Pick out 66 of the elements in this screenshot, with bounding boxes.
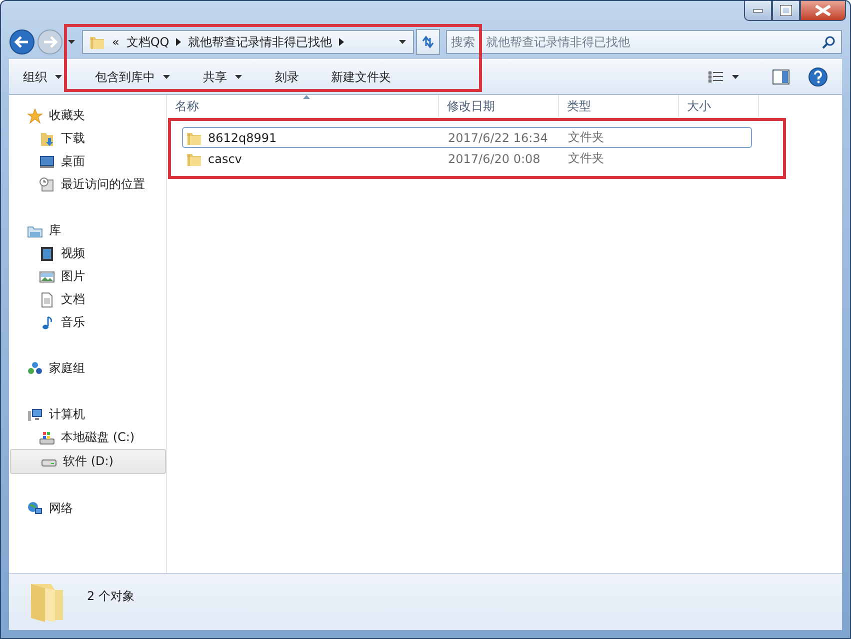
sidebar-item[interactable]: 下载 [9, 127, 166, 150]
network-icon [27, 500, 43, 516]
sidebar-item[interactable]: 视频 [9, 242, 166, 265]
refresh-button[interactable] [416, 29, 440, 55]
close-icon [815, 5, 831, 16]
file-row[interactable]: 8612q8991 2017/6/22 16:34 文件夹 [182, 127, 752, 148]
breadcrumb[interactable]: 就他帮查记录情非得已找他 [188, 34, 332, 50]
list-view-icon [708, 71, 724, 83]
address-bar[interactable]: « 文档QQ 就他帮查记录情非得已找他 [82, 30, 414, 54]
sidebar-item[interactable]: 最近访问的位置 [9, 173, 166, 196]
column-header[interactable]: 名称 [167, 95, 439, 117]
sidebar-item[interactable]: 桌面 [9, 150, 166, 173]
toolbar-button[interactable]: 包含到库中 [89, 64, 177, 90]
sidebar-item[interactable]: 家庭组 [9, 357, 166, 380]
toolbar-button[interactable]: 组织 [17, 64, 69, 90]
file-name: cascv [208, 152, 242, 166]
toolbar-button[interactable]: 新建文件夹 [325, 64, 397, 90]
homegroup-icon [27, 360, 43, 376]
recent-places-icon [39, 176, 55, 192]
file-row[interactable]: cascv 2017/6/20 0:08 文件夹 [182, 148, 752, 169]
sidebar-item[interactable]: 计算机 [9, 403, 166, 426]
file-type: 文件夹 [567, 150, 605, 167]
search-icon[interactable] [822, 35, 836, 49]
history-caret-icon[interactable] [67, 39, 76, 45]
sidebar-item[interactable]: 库 [9, 219, 166, 242]
maximize-icon [780, 5, 792, 16]
modified-date: 2017/6/22 16:34 [447, 130, 549, 144]
breadcrumb[interactable]: 文档QQ [126, 34, 170, 50]
sidebar-item[interactable]: 文档 [9, 288, 166, 311]
maximize-button[interactable] [772, 1, 800, 21]
preview-pane-button[interactable] [772, 69, 790, 85]
sidebar-item[interactable]: 音乐 [9, 311, 166, 334]
monitor-icon [39, 154, 55, 170]
sidebar-item[interactable]: 网络 [9, 497, 166, 520]
chevron-icon[interactable] [339, 38, 344, 46]
column-header[interactable]: 类型 [559, 95, 679, 117]
toolbar-button[interactable]: 刻录 [269, 64, 305, 90]
folder-icon [39, 130, 55, 146]
search-field[interactable]: 搜索 就他帮查记录情非得已找他 [446, 30, 842, 54]
caret-icon [731, 74, 740, 80]
sidebar-item[interactable]: 图片 [9, 265, 166, 288]
refresh-icon [420, 34, 436, 50]
modified-date: 2017/6/20 0:08 [447, 152, 542, 166]
column-header[interactable]: 大小 [679, 95, 759, 117]
chevron-icon[interactable] [176, 38, 182, 46]
picture-icon [39, 268, 55, 284]
file-name: 8612q8991 [208, 130, 277, 144]
sidebar-item[interactable]: 本地磁盘 (C:) [9, 426, 166, 449]
overflow-chevron[interactable]: « [112, 35, 120, 49]
computer-icon [27, 406, 43, 422]
drive-icon [39, 430, 55, 446]
minimize-button[interactable] [744, 1, 772, 21]
minimize-icon [753, 8, 763, 12]
sidebar-item[interactable]: 软件 (D:) [10, 449, 166, 474]
star-icon [27, 108, 43, 124]
dropdown-caret-icon[interactable] [398, 39, 407, 45]
help-button[interactable] [808, 67, 828, 87]
sidebar-item[interactable]: 收藏夹 [9, 104, 166, 127]
back-button[interactable] [9, 29, 35, 55]
folder-icon [89, 34, 105, 50]
close-button[interactable] [800, 1, 846, 21]
column-header[interactable]: 修改日期 [439, 95, 559, 117]
document-icon [39, 292, 55, 308]
item-count: 2 个对象 [87, 588, 134, 605]
toolbar-button[interactable]: 共享 [197, 64, 249, 90]
file-type: 文件夹 [567, 129, 605, 146]
